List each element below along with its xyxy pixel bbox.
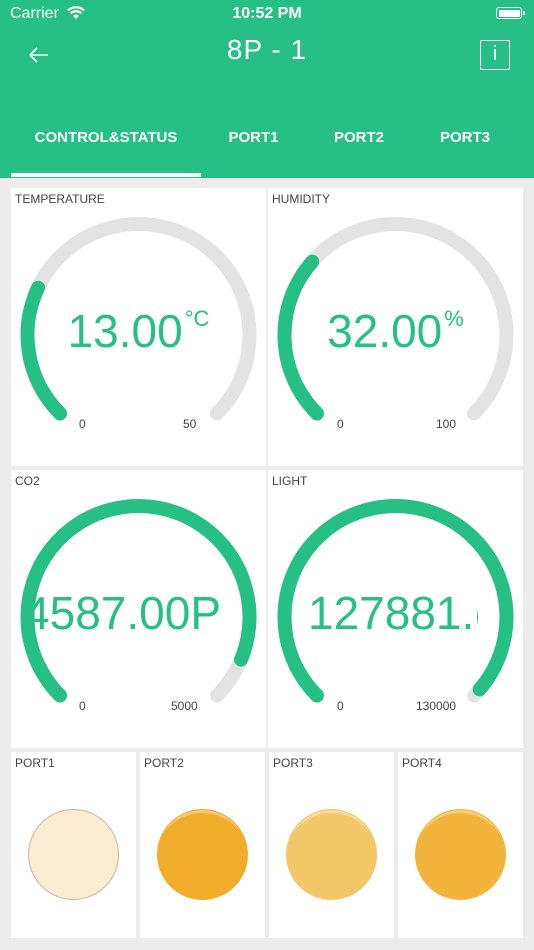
- port1-led[interactable]: [28, 809, 119, 900]
- gauge-max: 130000: [416, 699, 457, 713]
- port3-led[interactable]: [286, 809, 377, 900]
- tab-port3[interactable]: PORT3: [412, 118, 518, 178]
- humidity-gauge-card: HUMIDITY 32.00% 0 100: [268, 188, 523, 466]
- app-header: Carrier 10:52 PM 8P - 1 i CONTROL&STATUS…: [0, 0, 534, 178]
- gauge-value-number: 13.00: [67, 305, 183, 357]
- tab-bar: CONTROL&STATUS PORT1 PORT2 PORT3: [0, 118, 534, 178]
- gauge-value: 32.00%: [268, 304, 523, 358]
- port-label: PORT2: [144, 756, 184, 770]
- clock: 10:52 PM: [232, 5, 302, 22]
- port4-led[interactable]: [415, 809, 506, 900]
- port-label: PORT4: [402, 756, 442, 770]
- port-label: PORT1: [15, 756, 55, 770]
- tab-control-status[interactable]: CONTROL&STATUS: [11, 118, 201, 178]
- gauge-min: 0: [337, 417, 344, 431]
- co2-gauge-card: CO2 4587.00P 0 5000: [11, 470, 266, 748]
- gauge-value: 127881.(: [308, 586, 478, 640]
- gauge-value-number: 4587.00: [24, 587, 191, 639]
- info-button[interactable]: i: [480, 40, 510, 70]
- gauge-unit: °C: [184, 306, 210, 331]
- tab-port1[interactable]: PORT1: [201, 118, 306, 178]
- status-bar: Carrier 10:52 PM: [0, 0, 534, 28]
- temperature-gauge-card: TEMPERATURE 13.00°C 0 50: [11, 188, 266, 466]
- port2-card: PORT2: [140, 752, 265, 938]
- port1-card: PORT1: [11, 752, 136, 938]
- active-tab-indicator: [11, 173, 201, 177]
- battery-icon: [496, 7, 525, 19]
- gauge-max: 100: [436, 417, 457, 431]
- gauge-min: 0: [79, 417, 86, 431]
- gauge-value: 13.00°C: [11, 304, 266, 358]
- port2-led[interactable]: [157, 809, 248, 900]
- port3-card: PORT3: [269, 752, 394, 938]
- light-gauge-card: LIGHT 127881.( 0 130000: [268, 470, 523, 748]
- gauge-unit: %: [444, 306, 464, 331]
- port-label: PORT3: [273, 756, 313, 770]
- gauge-value-number: 32.00: [327, 305, 443, 357]
- gauge-min: 0: [79, 699, 86, 713]
- gauge-unit: P: [190, 587, 221, 639]
- gauge-value: 4587.00P: [11, 586, 221, 640]
- gauge-min: 0: [337, 699, 344, 713]
- gauge-max: 50: [183, 417, 197, 431]
- port4-card: PORT4: [398, 752, 523, 938]
- page-title: 8P - 1: [226, 34, 308, 65]
- tab-port2[interactable]: PORT2: [306, 118, 412, 178]
- gauge-value-number: 127881.(: [308, 587, 478, 639]
- gauge-max: 5000: [171, 699, 198, 713]
